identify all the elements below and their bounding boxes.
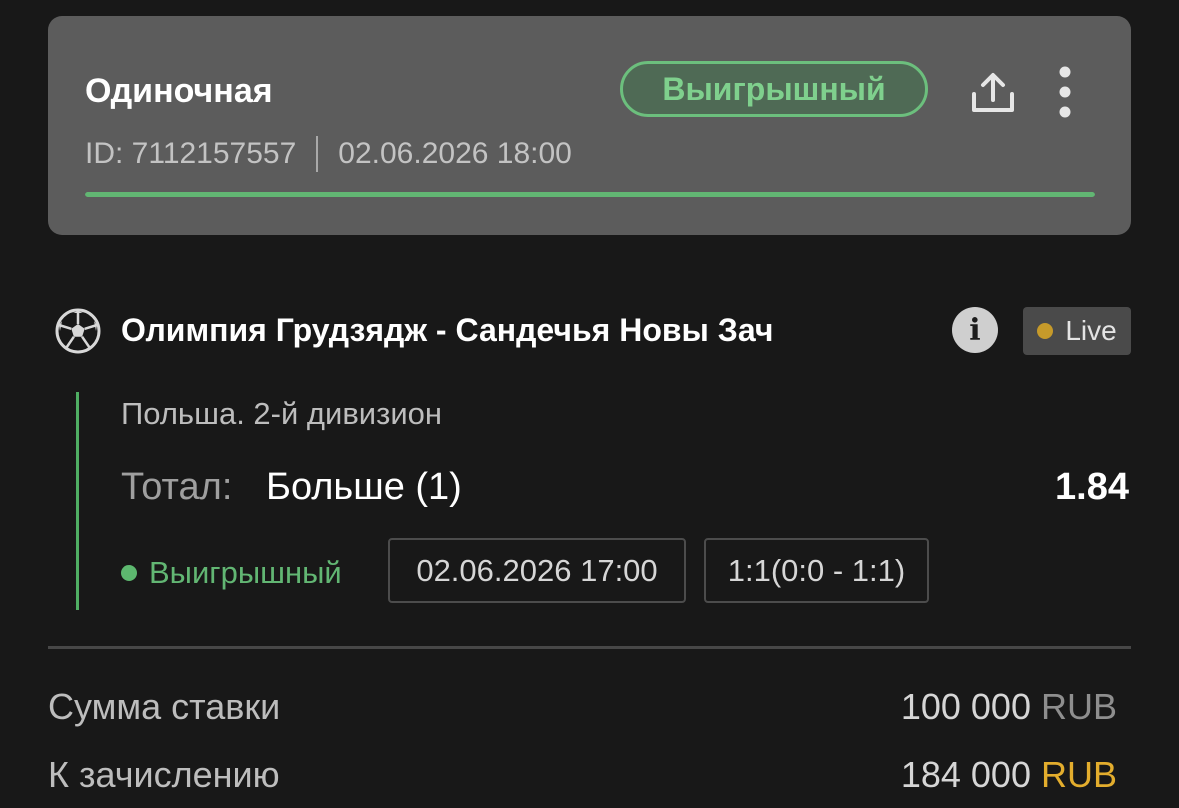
result-label: Выигрышный	[149, 555, 342, 590]
more-vertical-icon	[1059, 66, 1071, 118]
payout-value: 184 000 RUB	[901, 754, 1131, 796]
bet-progress-bar	[85, 192, 1095, 197]
event-datetime-chip: 02.06.2026 17:00	[388, 538, 686, 603]
selection-result: Выигрышный	[121, 555, 342, 591]
divider	[48, 646, 1131, 649]
stake-currency: RUB	[1040, 686, 1117, 727]
selection-pick: Больше (1)	[266, 466, 462, 508]
stake-label: Сумма ставки	[48, 686, 281, 727]
score-chip: 1:1(0:0 - 1:1)	[704, 538, 929, 603]
selection-accent-bar	[76, 392, 79, 610]
live-label: Live	[1065, 315, 1117, 346]
bet-progress-fill	[85, 192, 1095, 197]
bet-status-badge: Выигрышный	[620, 61, 928, 117]
league-name: Польша. 2-й дивизион	[121, 396, 442, 431]
live-badge: Live	[1023, 307, 1131, 355]
stake-value: 100 000 RUB	[901, 686, 1131, 728]
share-icon	[972, 73, 1014, 112]
bet-details-screen: Одиночная Выигрышный ID: 7112157557 02.0…	[0, 0, 1179, 808]
bet-header-card: Одиночная Выигрышный ID: 7112157557 02.0…	[48, 16, 1131, 235]
payout-currency: RUB	[1040, 754, 1117, 795]
more-options-button[interactable]	[1050, 64, 1080, 120]
meta-separator	[316, 136, 319, 172]
bet-id: ID: 7112157557	[85, 137, 297, 170]
stake-row: Сумма ставки 100 000 RUB	[48, 686, 1131, 728]
live-dot-icon	[1037, 323, 1054, 339]
bet-meta: ID: 7112157557 02.06.2026 18:00	[85, 136, 572, 172]
info-icon[interactable]: i	[952, 307, 998, 353]
bet-datetime: 02.06.2026 18:00	[338, 137, 572, 170]
market-label: Тотал:	[121, 466, 233, 508]
payout-amount: 184 000	[900, 754, 1031, 795]
share-button[interactable]	[966, 68, 1020, 118]
event-title[interactable]: Олимпия Грудзядж - Сандечья Новы Зач	[121, 312, 773, 349]
selection-odds: 1.84	[1055, 466, 1129, 508]
stake-amount: 100 000	[900, 686, 1031, 727]
payout-label: К зачислению	[48, 754, 280, 795]
result-dot-icon	[121, 565, 137, 581]
soccer-ball-icon	[55, 308, 101, 354]
payout-row: К зачислению 184 000 RUB	[48, 754, 1131, 796]
bet-type-title: Одиночная	[85, 72, 273, 110]
